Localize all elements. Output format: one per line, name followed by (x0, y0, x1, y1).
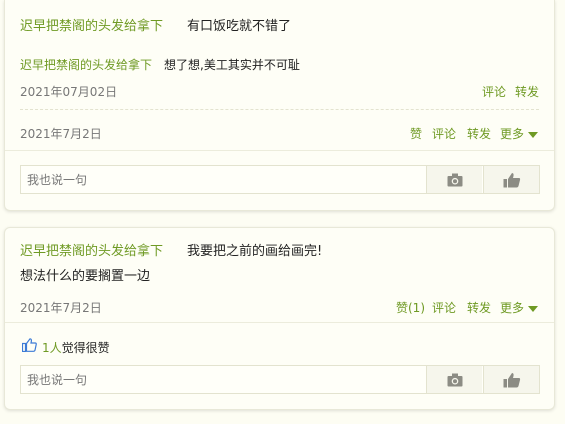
comment-card: 迟早把禁阁的头发给拿下 有口饭吃就不错了 迟早把禁阁的头发给拿下 想了想,美工其… (4, 0, 555, 211)
comment-text: 我要把之前的画给画完! (187, 244, 323, 259)
like-button[interactable] (483, 166, 539, 193)
comment-link[interactable]: 评论 (432, 299, 456, 316)
camera-icon (447, 173, 462, 186)
thumbs-up-icon (503, 372, 520, 387)
comment-link[interactable]: 评论 (432, 125, 456, 142)
camera-icon (447, 373, 462, 386)
reply-box (20, 165, 540, 194)
more-label: 更多 (500, 127, 525, 141)
comment-author[interactable]: 迟早把禁阁的头发给拿下 (20, 240, 163, 259)
reply-input[interactable] (21, 366, 426, 393)
reply-date: 2021年07月02日 (20, 85, 118, 99)
more-menu[interactable]: 更多 (500, 299, 539, 316)
thumbs-up-icon (503, 172, 520, 187)
more-label: 更多 (500, 301, 525, 315)
reply-author[interactable]: 迟早把禁阁的头发给拿下 (20, 56, 152, 73)
reply-text: 想了想,美工其实并不可耻 (164, 58, 300, 72)
like-button[interactable] (483, 366, 539, 393)
like-summary: 1人觉得很赞 (42, 339, 110, 356)
divider (5, 322, 554, 323)
like-link[interactable]: 赞(1) (396, 299, 425, 316)
reply-comment-link[interactable]: 评论 (482, 83, 506, 100)
comment-date: 2021年7月2日 (20, 301, 102, 315)
comment-date: 2021年7月2日 (20, 127, 102, 141)
reply-box (20, 365, 540, 394)
more-menu[interactable]: 更多 (500, 125, 539, 142)
like-suffix: 觉得很赞 (61, 341, 110, 355)
like-link[interactable]: 赞 (410, 125, 422, 142)
comment-card: 迟早把禁阁的头发给拿下 我要把之前的画给画完! 想法什么的要搁置一边 2021年… (4, 227, 555, 410)
comment-author[interactable]: 迟早把禁阁的头发给拿下 (20, 15, 163, 34)
like-icon (21, 338, 37, 356)
reply-input[interactable] (21, 166, 426, 193)
reply-forward-link[interactable]: 转发 (515, 83, 539, 100)
triangle-down-icon (528, 305, 539, 312)
divider (5, 150, 554, 151)
camera-button[interactable] (426, 166, 482, 193)
forward-link[interactable]: 转发 (467, 299, 491, 316)
forward-link[interactable]: 转发 (467, 125, 491, 142)
triangle-down-icon (528, 131, 539, 138)
comment-text-line2: 想法什么的要搁置一边 (20, 269, 151, 284)
divider (20, 109, 539, 110)
comment-text: 有口饭吃就不错了 (187, 19, 292, 34)
like-count[interactable]: 1人 (42, 341, 62, 355)
camera-button[interactable] (426, 366, 482, 393)
